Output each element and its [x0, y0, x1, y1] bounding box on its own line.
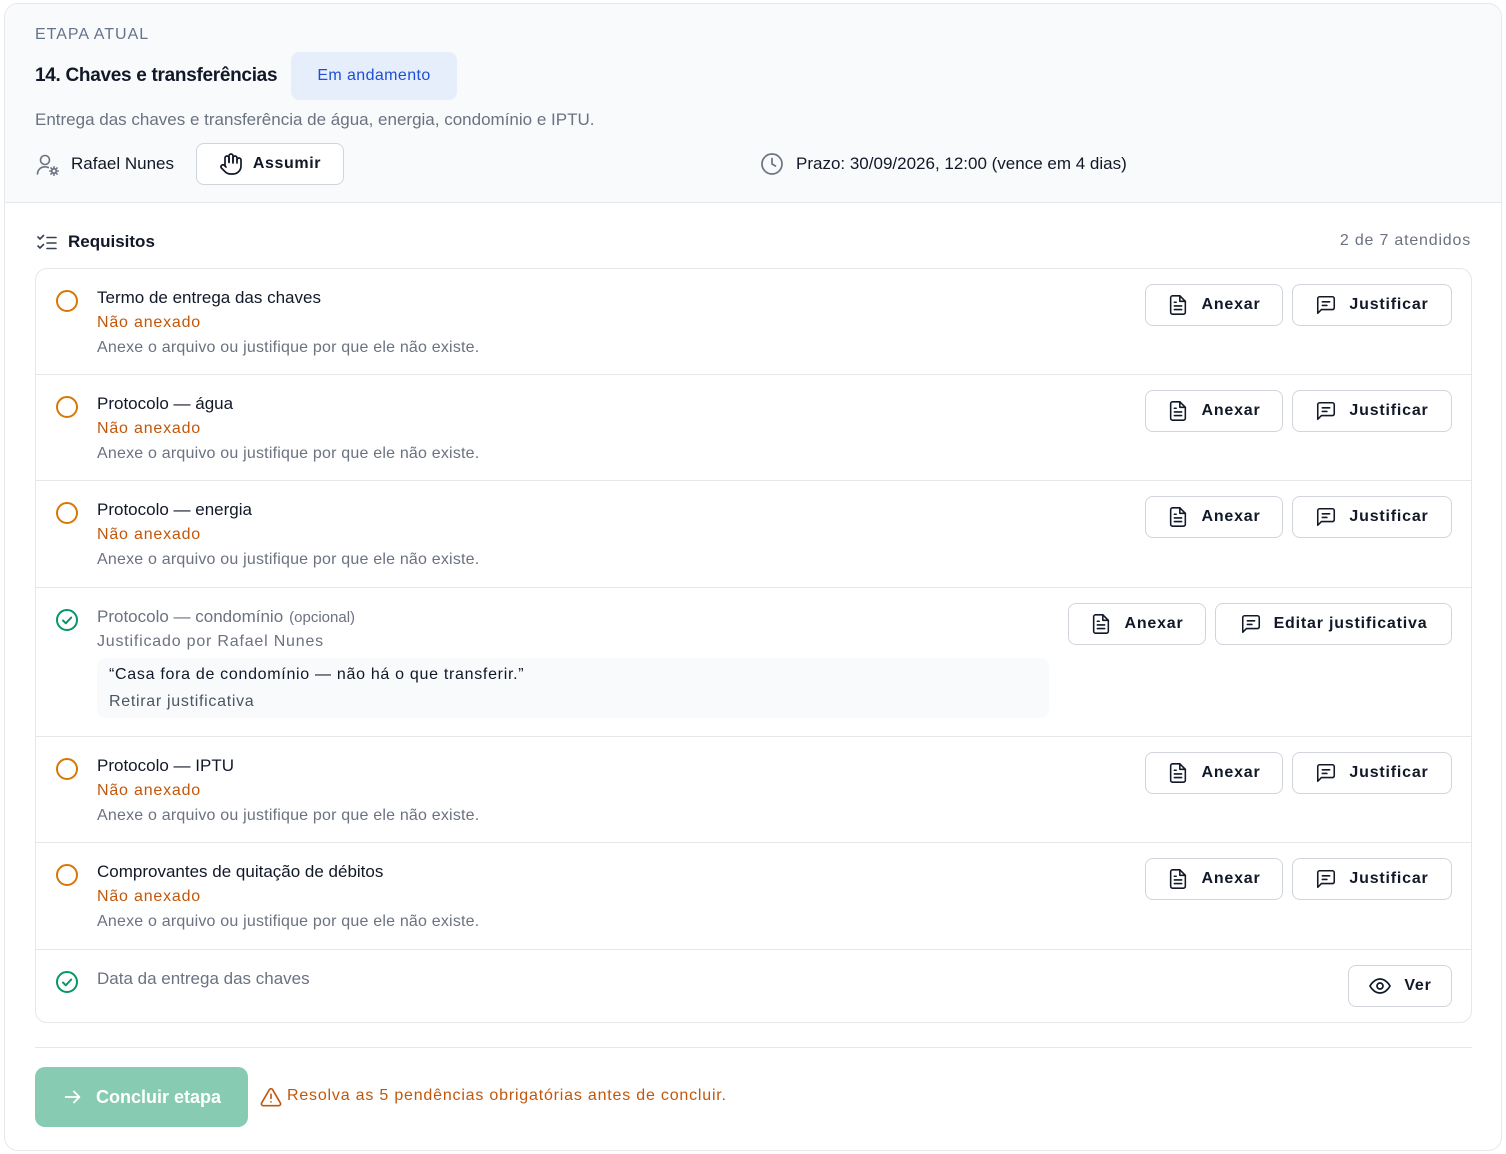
user-cog-icon [36, 154, 59, 176]
pending-circle-icon [56, 758, 78, 780]
justification-box: “Casa fora de condomínio — não há o que … [97, 658, 1049, 718]
footer-divider [35, 1047, 1472, 1048]
file-icon [1170, 763, 1187, 783]
edit-justification-label: Editar justificativa [1273, 615, 1428, 632]
attach-button[interactable]: Anexar [1145, 496, 1283, 538]
message-icon [1317, 869, 1336, 889]
requirement-status: Não anexado [97, 314, 201, 331]
attach-button[interactable]: Anexar [1145, 858, 1283, 900]
justify-button-label: Justificar [1349, 508, 1429, 525]
hand-icon [220, 153, 242, 175]
requirement-row: Comprovantes de quitação de débitos Não … [36, 843, 1471, 950]
justify-button-label: Justificar [1349, 402, 1429, 419]
requirement-status: Não anexado [97, 888, 201, 905]
deadline-text: Prazo: 30/09/2026, 12:00 (vence em 4 dia… [796, 154, 1127, 173]
requirements-list: Termo de entrega das chaves Não anexado … [35, 268, 1472, 1023]
requirement-name: Termo de entrega das chaves [97, 288, 321, 307]
stage-description: Entrega das chaves e transferência de ág… [35, 110, 595, 129]
pending-circle-icon [56, 502, 78, 524]
clock-icon [761, 153, 783, 175]
eye-icon [1369, 978, 1392, 994]
requirements-title: Requisitos [68, 232, 155, 251]
remove-justification-link[interactable]: Retirar justificativa [109, 693, 254, 711]
requirement-row: Protocolo — IPTU Não anexado Anexe o arq… [36, 737, 1471, 843]
view-button-label: Ver [1404, 977, 1432, 994]
requirement-row: Data da entrega das chaves Ver [36, 950, 1471, 1022]
pending-circle-icon [56, 396, 78, 418]
pending-circle-icon [56, 864, 78, 886]
stage-eyebrow: ETAPA ATUAL [35, 26, 150, 43]
assume-button-label: Assumir [252, 155, 322, 172]
file-icon [1170, 869, 1187, 889]
message-icon [1317, 507, 1336, 527]
attach-button-label: Anexar [1201, 508, 1261, 525]
justify-button[interactable]: Justificar [1292, 284, 1452, 326]
requirement-name: Protocolo — IPTU [97, 756, 234, 775]
attach-button[interactable]: Anexar [1145, 752, 1283, 794]
file-icon [1170, 507, 1187, 527]
conclude-stage-label: Concluir etapa [95, 1086, 222, 1107]
justify-button[interactable]: Justificar [1292, 496, 1452, 538]
attach-button[interactable]: Anexar [1145, 284, 1283, 326]
requirement-status: Não anexado [97, 782, 201, 799]
attach-button[interactable]: Anexar [1068, 603, 1206, 645]
pending-warning: Resolva as 5 pendências obrigatórias ant… [287, 1087, 727, 1104]
requirement-row: Protocolo — água Não anexado Anexe o arq… [36, 375, 1471, 481]
justify-button-label: Justificar [1349, 296, 1429, 313]
attach-button[interactable]: Anexar [1145, 390, 1283, 432]
requirement-hint: Anexe o arquivo ou justifique por que el… [97, 807, 480, 824]
message-icon [1317, 295, 1336, 315]
requirement-hint: Anexe o arquivo ou justifique por que el… [97, 339, 480, 356]
pending-circle-icon [56, 290, 78, 312]
assignee-name: Rafael Nunes [71, 154, 175, 173]
check-circle-icon [56, 609, 78, 631]
message-icon [1317, 763, 1336, 783]
stage-header: ETAPA ATUAL 14. Chaves e transferências … [5, 4, 1501, 203]
requirement-name: Data da entrega das chaves [97, 969, 310, 988]
justify-button[interactable]: Justificar [1292, 752, 1452, 794]
arrow-right-icon [64, 1090, 81, 1104]
requirement-hint: Anexe o arquivo ou justifique por que el… [97, 913, 480, 930]
requirement-row: Protocolo — condomínio (opcional) Justifi… [36, 588, 1471, 737]
stage-title: 14. Chaves e transferências [35, 65, 278, 86]
requirement-name: Protocolo — condomínio (opcional) [97, 607, 355, 627]
requirement-hint: Anexe o arquivo ou justifique por que el… [97, 445, 480, 462]
attach-button-label: Anexar [1201, 870, 1261, 887]
check-circle-icon [56, 971, 78, 993]
attach-button-label: Anexar [1201, 296, 1261, 313]
justify-button-label: Justificar [1349, 764, 1429, 781]
message-icon [1317, 401, 1336, 421]
justify-button-label: Justificar [1349, 870, 1429, 887]
attach-button-label: Anexar [1201, 764, 1261, 781]
attach-button-label: Anexar [1124, 615, 1184, 632]
view-button[interactable]: Ver [1348, 965, 1452, 1007]
requirement-status: Justificado por Rafael Nunes [97, 633, 324, 650]
requirement-status: Não anexado [97, 420, 201, 437]
requirements-count: 2 de 7 atendidos [1339, 232, 1471, 249]
optional-label: (opcional) [289, 609, 356, 626]
requirement-name: Protocolo — energia [97, 500, 252, 519]
file-icon [1170, 295, 1187, 315]
requirement-row: Protocolo — energia Não anexado Anexe o … [36, 481, 1471, 588]
requirement-name-text: Protocolo — condomínio [97, 607, 284, 626]
file-icon [1093, 614, 1110, 634]
justify-button[interactable]: Justificar [1292, 390, 1452, 432]
assume-button[interactable]: Assumir [196, 143, 344, 185]
requirement-name: Comprovantes de quitação de débitos [97, 862, 384, 881]
attach-button-label: Anexar [1201, 402, 1261, 419]
message-icon [1241, 614, 1260, 634]
conclude-stage-button[interactable]: Concluir etapa [35, 1067, 248, 1127]
checklist-icon [37, 234, 57, 250]
status-badge: Em andamento [291, 52, 457, 100]
requirement-hint: Anexe o arquivo ou justifique por que el… [97, 551, 480, 568]
edit-justification-button[interactable]: Editar justificativa [1215, 603, 1452, 645]
file-icon [1170, 401, 1187, 421]
warning-icon [260, 1087, 282, 1107]
stage-card: ETAPA ATUAL 14. Chaves e transferências … [4, 3, 1502, 1151]
requirement-status: Não anexado [97, 526, 201, 543]
requirement-name: Protocolo — água [97, 394, 234, 413]
justification-text: “Casa fora de condomínio — não há o que … [109, 666, 525, 683]
justify-button[interactable]: Justificar [1292, 858, 1452, 900]
requirement-row: Termo de entrega das chaves Não anexado … [36, 269, 1471, 375]
